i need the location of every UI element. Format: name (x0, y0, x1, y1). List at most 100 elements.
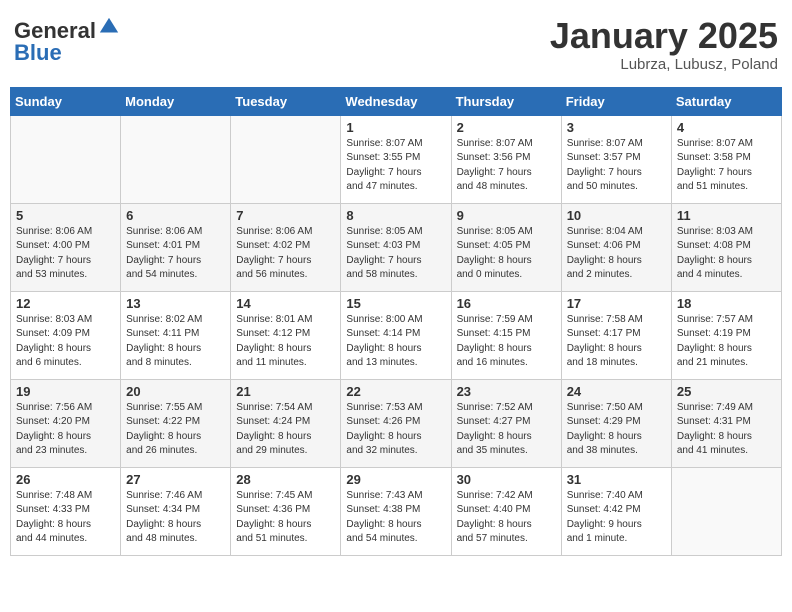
calendar-cell: 9 Sunrise: 8:05 AM Sunset: 4:05 PM Daylig… (451, 203, 561, 291)
day-info: Sunrise: 8:07 AM Sunset: 3:57 PM Dayligh… (567, 137, 666, 195)
calendar-cell: 5Sunrise: 8:06 AM Sunset: 4:00 PM Daylig… (11, 203, 121, 291)
calendar-cell: 17 Sunrise: 7:58 AM Sunset: 4:17 PM Dayli… (561, 291, 671, 379)
day-info: Sunrise: 8:06 AM Sunset: 4:02 PM Dayligh… (236, 225, 335, 283)
day-number: 18 (677, 296, 776, 311)
day-info: Sunrise: 7:40 AM Sunset: 4:42 PM Dayligh… (567, 489, 666, 547)
calendar-cell: 15 Sunrise: 8:00 AM Sunset: 4:14 PM Dayli… (341, 291, 451, 379)
day-number: 23 (457, 384, 556, 399)
day-number: 13 (126, 296, 225, 311)
day-number: 31 (567, 472, 666, 487)
day-number: 12 (16, 296, 115, 311)
calendar-cell: 18 Sunrise: 7:57 AM Sunset: 4:19 PM Dayli… (671, 291, 781, 379)
location-subtitle: Lubrza, Lubusz, Poland (550, 56, 778, 73)
day-number: 10 (567, 208, 666, 223)
day-info: Sunrise: 7:43 AM Sunset: 4:38 PM Dayligh… (346, 489, 445, 547)
calendar-cell: 2 Sunrise: 8:07 AM Sunset: 3:56 PM Daylig… (451, 115, 561, 203)
calendar-table: SundayMondayTuesdayWednesdayThursdayFrid… (10, 87, 782, 556)
calendar-week-3: 12 Sunrise: 8:03 AM Sunset: 4:09 PM Dayli… (11, 291, 782, 379)
calendar-cell (11, 115, 121, 203)
day-number: 2 (457, 120, 556, 135)
day-number: 22 (346, 384, 445, 399)
day-number: 8 (346, 208, 445, 223)
day-info: Sunrise: 7:53 AM Sunset: 4:26 PM Dayligh… (346, 401, 445, 459)
day-info: Sunrise: 7:52 AM Sunset: 4:27 PM Dayligh… (457, 401, 556, 459)
calendar-cell: 1Sunrise: 8:07 AM Sunset: 3:55 PM Daylig… (341, 115, 451, 203)
day-number: 17 (567, 296, 666, 311)
day-header-monday: Monday (121, 87, 231, 115)
day-info: Sunrise: 8:05 AM Sunset: 4:03 PM Dayligh… (346, 225, 445, 283)
calendar-cell: 26Sunrise: 7:48 AM Sunset: 4:33 PM Dayli… (11, 467, 121, 555)
day-info: Sunrise: 8:02 AM Sunset: 4:11 PM Dayligh… (126, 313, 225, 371)
day-info: Sunrise: 7:54 AM Sunset: 4:24 PM Dayligh… (236, 401, 335, 459)
logo-icon (98, 16, 120, 38)
calendar-cell: 10Sunrise: 8:04 AM Sunset: 4:06 PM Dayli… (561, 203, 671, 291)
day-info: Sunrise: 8:03 AM Sunset: 4:09 PM Dayligh… (16, 313, 115, 371)
calendar-cell: 4 Sunrise: 8:07 AM Sunset: 3:58 PM Daylig… (671, 115, 781, 203)
day-number: 24 (567, 384, 666, 399)
day-info: Sunrise: 7:55 AM Sunset: 4:22 PM Dayligh… (126, 401, 225, 459)
day-number: 14 (236, 296, 335, 311)
calendar-cell: 19 Sunrise: 7:56 AM Sunset: 4:20 PM Dayli… (11, 379, 121, 467)
day-number: 19 (16, 384, 115, 399)
calendar-week-1: 1Sunrise: 8:07 AM Sunset: 3:55 PM Daylig… (11, 115, 782, 203)
day-info: Sunrise: 7:42 AM Sunset: 4:40 PM Dayligh… (457, 489, 556, 547)
calendar-cell: 31 Sunrise: 7:40 AM Sunset: 4:42 PM Dayli… (561, 467, 671, 555)
calendar-week-2: 5Sunrise: 8:06 AM Sunset: 4:00 PM Daylig… (11, 203, 782, 291)
day-number: 6 (126, 208, 225, 223)
calendar-cell: 29 Sunrise: 7:43 AM Sunset: 4:38 PM Dayli… (341, 467, 451, 555)
day-number: 20 (126, 384, 225, 399)
calendar-cell: 6 Sunrise: 8:06 AM Sunset: 4:01 PM Daylig… (121, 203, 231, 291)
day-number: 25 (677, 384, 776, 399)
day-info: Sunrise: 7:50 AM Sunset: 4:29 PM Dayligh… (567, 401, 666, 459)
day-number: 3 (567, 120, 666, 135)
day-info: Sunrise: 7:46 AM Sunset: 4:34 PM Dayligh… (126, 489, 225, 547)
day-number: 29 (346, 472, 445, 487)
day-header-thursday: Thursday (451, 87, 561, 115)
calendar-cell: 16 Sunrise: 7:59 AM Sunset: 4:15 PM Dayli… (451, 291, 561, 379)
day-number: 11 (677, 208, 776, 223)
day-number: 5 (16, 208, 115, 223)
calendar-cell: 7 Sunrise: 8:06 AM Sunset: 4:02 PM Daylig… (231, 203, 341, 291)
calendar-cell: 28 Sunrise: 7:45 AM Sunset: 4:36 PM Dayli… (231, 467, 341, 555)
day-info: Sunrise: 7:49 AM Sunset: 4:31 PM Dayligh… (677, 401, 776, 459)
day-number: 27 (126, 472, 225, 487)
calendar-week-5: 26Sunrise: 7:48 AM Sunset: 4:33 PM Dayli… (11, 467, 782, 555)
calendar-cell: 8 Sunrise: 8:05 AM Sunset: 4:03 PM Daylig… (341, 203, 451, 291)
calendar-cell: 25 Sunrise: 7:49 AM Sunset: 4:31 PM Dayli… (671, 379, 781, 467)
calendar-cell: 22 Sunrise: 7:53 AM Sunset: 4:26 PM Dayli… (341, 379, 451, 467)
day-info: Sunrise: 8:03 AM Sunset: 4:08 PM Dayligh… (677, 225, 776, 283)
day-number: 15 (346, 296, 445, 311)
day-number: 9 (457, 208, 556, 223)
logo: General Blue (14, 16, 120, 64)
page-header: General Blue January 2025 Lubrza, Lubusz… (10, 10, 782, 79)
day-info: Sunrise: 7:45 AM Sunset: 4:36 PM Dayligh… (236, 489, 335, 547)
day-info: Sunrise: 8:07 AM Sunset: 3:58 PM Dayligh… (677, 137, 776, 195)
day-info: Sunrise: 7:59 AM Sunset: 4:15 PM Dayligh… (457, 313, 556, 371)
day-number: 7 (236, 208, 335, 223)
month-year-title: January 2025 (550, 16, 778, 56)
calendar-cell: 27 Sunrise: 7:46 AM Sunset: 4:34 PM Dayli… (121, 467, 231, 555)
day-header-sunday: Sunday (11, 87, 121, 115)
day-info: Sunrise: 8:07 AM Sunset: 3:56 PM Dayligh… (457, 137, 556, 195)
day-info: Sunrise: 7:56 AM Sunset: 4:20 PM Dayligh… (16, 401, 115, 459)
calendar-cell: 13 Sunrise: 8:02 AM Sunset: 4:11 PM Dayli… (121, 291, 231, 379)
day-number: 16 (457, 296, 556, 311)
calendar-cell: 21Sunrise: 7:54 AM Sunset: 4:24 PM Dayli… (231, 379, 341, 467)
day-number: 4 (677, 120, 776, 135)
logo-blue-text: Blue (14, 40, 62, 65)
calendar-cell: 11 Sunrise: 8:03 AM Sunset: 4:08 PM Dayli… (671, 203, 781, 291)
day-info: Sunrise: 7:48 AM Sunset: 4:33 PM Dayligh… (16, 489, 115, 547)
day-info: Sunrise: 8:06 AM Sunset: 4:01 PM Dayligh… (126, 225, 225, 283)
day-info: Sunrise: 8:05 AM Sunset: 4:05 PM Dayligh… (457, 225, 556, 283)
calendar-cell: 14Sunrise: 8:01 AM Sunset: 4:12 PM Dayli… (231, 291, 341, 379)
day-header-tuesday: Tuesday (231, 87, 341, 115)
day-info: Sunrise: 7:57 AM Sunset: 4:19 PM Dayligh… (677, 313, 776, 371)
calendar-cell: 3 Sunrise: 8:07 AM Sunset: 3:57 PM Daylig… (561, 115, 671, 203)
day-info: Sunrise: 8:00 AM Sunset: 4:14 PM Dayligh… (346, 313, 445, 371)
day-number: 30 (457, 472, 556, 487)
day-header-wednesday: Wednesday (341, 87, 451, 115)
day-number: 28 (236, 472, 335, 487)
calendar-week-4: 19 Sunrise: 7:56 AM Sunset: 4:20 PM Dayli… (11, 379, 782, 467)
calendar-cell: 23 Sunrise: 7:52 AM Sunset: 4:27 PM Dayli… (451, 379, 561, 467)
day-info: Sunrise: 7:58 AM Sunset: 4:17 PM Dayligh… (567, 313, 666, 371)
